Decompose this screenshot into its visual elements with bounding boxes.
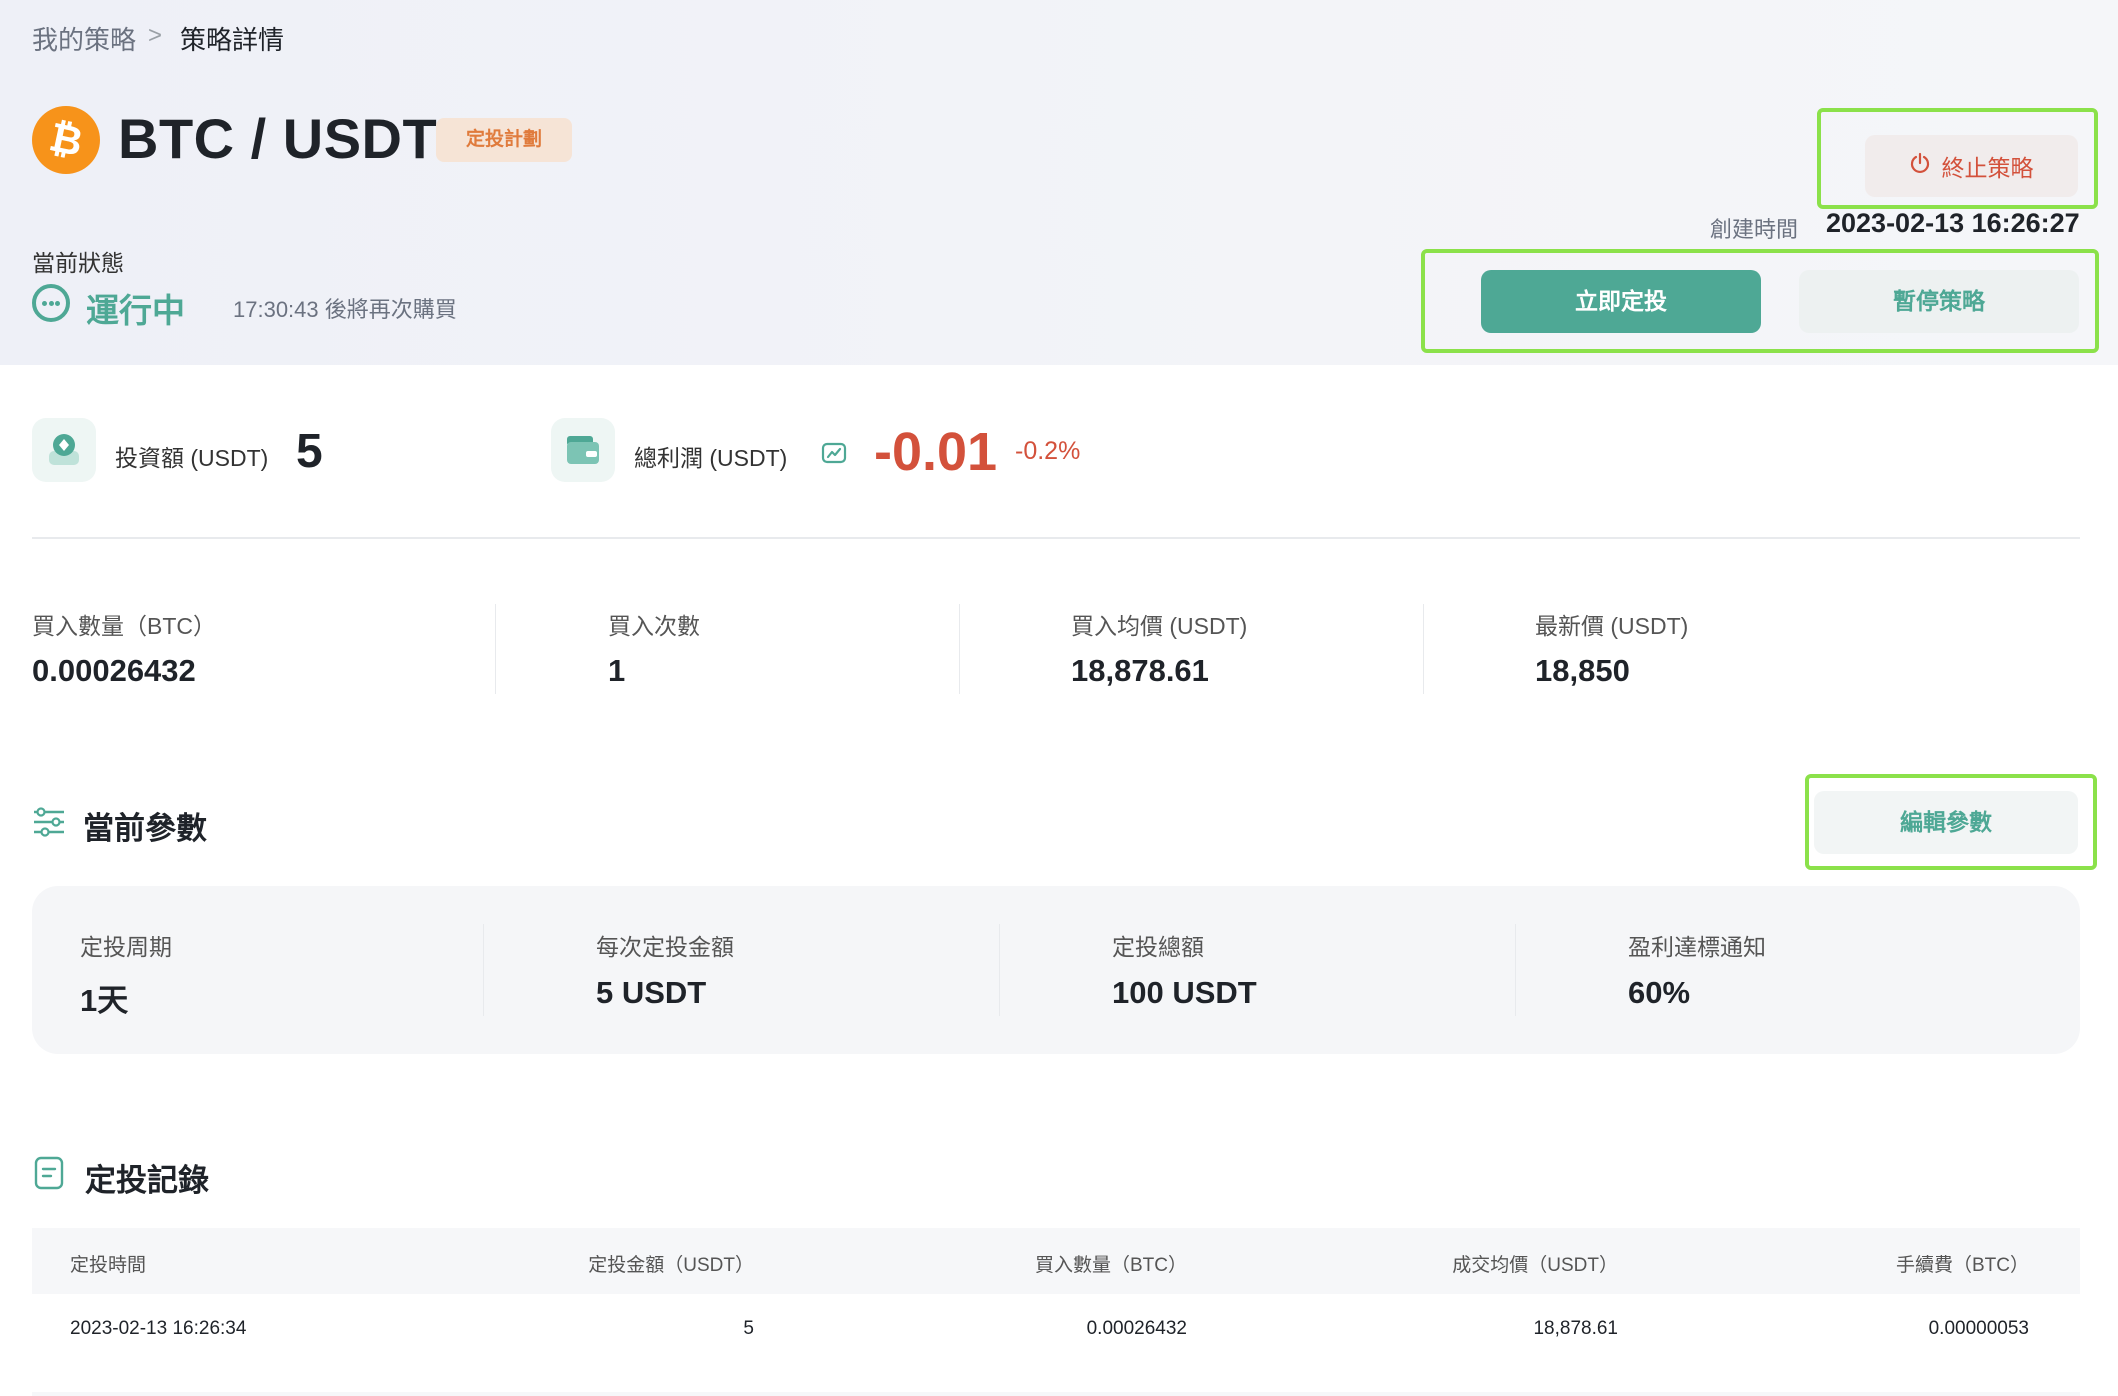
param-value: 100 USDT <box>1112 975 1257 1010</box>
param-value: 60% <box>1628 975 1691 1010</box>
param-value: 5 USDT <box>596 975 707 1010</box>
stat-label: 買入次數 <box>608 613 700 639</box>
bitcoin-icon: ₿ <box>32 106 100 174</box>
column-header-amount: 定投金額（USDT） <box>588 1255 754 1276</box>
table-footer-band <box>32 1392 2080 1396</box>
stat-value: 0.00026432 <box>32 653 196 688</box>
breadcrumb-current: 策略詳情 <box>180 25 285 55</box>
stop-strategy-button[interactable]: 終止策略 <box>1865 135 2078 197</box>
stat-value: 18,850 <box>1535 653 1630 688</box>
next-purchase-countdown: 17:30:43 後將再次購買 <box>233 297 457 322</box>
sliders-icon <box>32 807 66 842</box>
edit-params-button[interactable]: 編輯參數 <box>1814 791 2078 854</box>
breadcrumb-chevron-icon: > <box>148 22 163 49</box>
param-label: 盈利達標通知 <box>1628 934 1766 960</box>
table-cell-fee: 0.00000053 <box>1928 1318 2029 1339</box>
stat-value: 18,878.61 <box>1071 653 1209 688</box>
stat-label: 買入數量（BTC） <box>32 613 216 639</box>
stat-divider <box>959 604 960 694</box>
summary-divider <box>32 537 2080 539</box>
param-label: 定投總額 <box>1112 934 1204 960</box>
stat-label: 最新價 (USDT) <box>1535 613 1689 639</box>
status-value: 運行中 <box>86 292 185 329</box>
profit-value: -0.01 <box>874 422 998 482</box>
param-value: 1天 <box>80 983 129 1018</box>
table-cell-avg-price: 18,878.61 <box>1533 1318 1618 1339</box>
created-time-label: 創建時間 <box>1710 217 1799 242</box>
records-title: 定投記錄 <box>85 1163 209 1198</box>
created-time-value: 2023-02-13 16:26:27 <box>1826 208 2080 238</box>
invest-now-button[interactable]: 立即定投 <box>1481 270 1761 333</box>
breadcrumb-my-strategies[interactable]: 我的策略 <box>32 20 136 57</box>
table-cell-quantity: 0.00026432 <box>1086 1318 1187 1339</box>
investment-value: 5 <box>296 425 323 478</box>
document-icon <box>34 1156 64 1195</box>
pair-title: BTC / USDT <box>118 107 438 170</box>
stat-label: 買入均價 (USDT) <box>1071 613 1248 639</box>
column-header-quantity: 買入數量（BTC） <box>1034 1255 1187 1276</box>
column-header-time: 定投時間 <box>70 1255 147 1276</box>
power-icon <box>1910 152 1930 180</box>
wallet-icon <box>551 418 615 482</box>
status-label: 當前狀態 <box>32 250 124 276</box>
table-cell-amount: 5 <box>743 1318 754 1339</box>
column-header-fee: 手續費（BTC） <box>1895 1255 2029 1276</box>
param-divider <box>999 924 1000 1016</box>
pause-strategy-button[interactable]: 暫停策略 <box>1799 270 2079 333</box>
svg-text:₿: ₿ <box>45 114 86 166</box>
param-label: 定投周期 <box>80 934 172 960</box>
running-status-icon <box>32 284 70 322</box>
param-divider <box>483 924 484 1016</box>
investment-icon <box>32 418 96 482</box>
stat-divider <box>495 604 496 694</box>
stat-divider <box>1423 604 1424 694</box>
trend-chart-icon[interactable] <box>821 441 847 470</box>
param-divider <box>1515 924 1516 1016</box>
table-cell-time: 2023-02-13 16:26:34 <box>70 1318 247 1339</box>
params-card <box>32 886 2080 1054</box>
stat-value: 1 <box>608 653 626 688</box>
strategy-type-badge: 定投計劃 <box>436 118 572 162</box>
params-title: 當前參數 <box>83 811 207 846</box>
param-label: 每次定投金額 <box>596 934 734 960</box>
profit-percent: -0.2% <box>1015 437 1081 465</box>
stop-strategy-label: 終止策略 <box>1941 155 2034 181</box>
profit-label: 總利潤 (USDT) <box>634 445 788 471</box>
investment-label: 投資額 (USDT) <box>115 445 269 471</box>
column-header-avg-price: 成交均價（USDT） <box>1452 1255 1618 1276</box>
